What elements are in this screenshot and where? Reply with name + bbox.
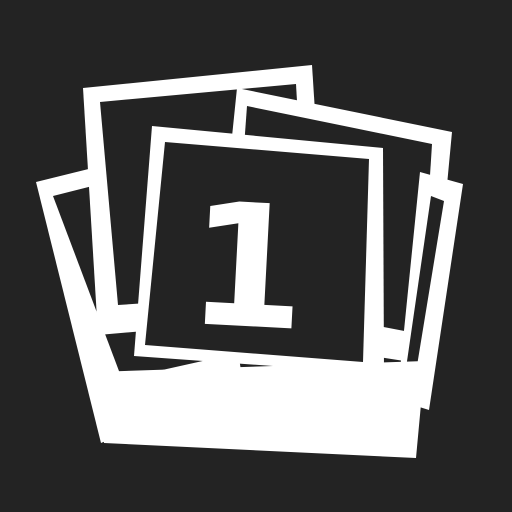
photo-count-badge: 1 xyxy=(183,166,311,370)
photo-card-front-base xyxy=(94,361,425,458)
photo-card-front: 1 xyxy=(134,126,384,374)
photo-stack-icon: 1 xyxy=(36,65,463,458)
app-icon[interactable]: 1 xyxy=(0,0,512,512)
